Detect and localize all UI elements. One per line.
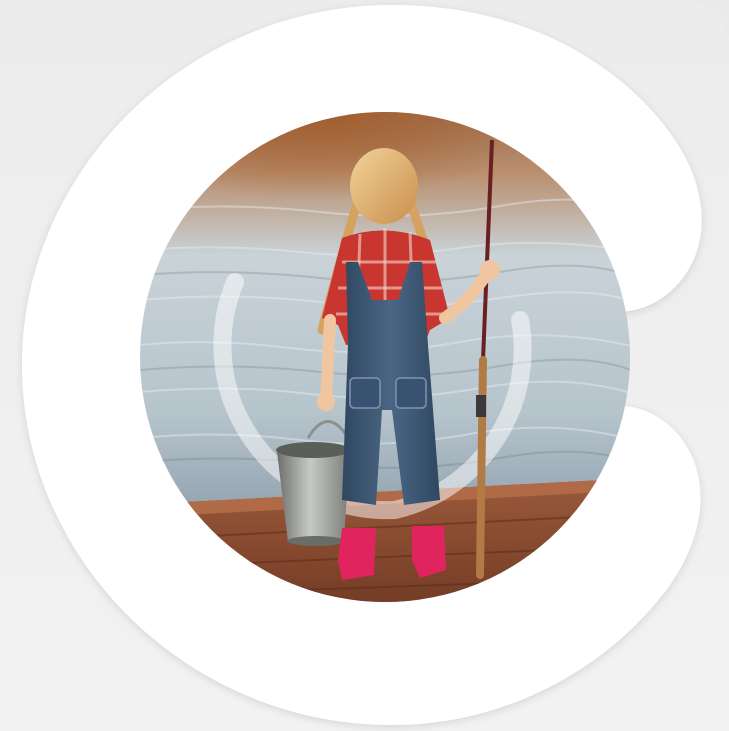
image-stage bbox=[0, 0, 729, 731]
logo-photo-illustration bbox=[22, 5, 702, 725]
